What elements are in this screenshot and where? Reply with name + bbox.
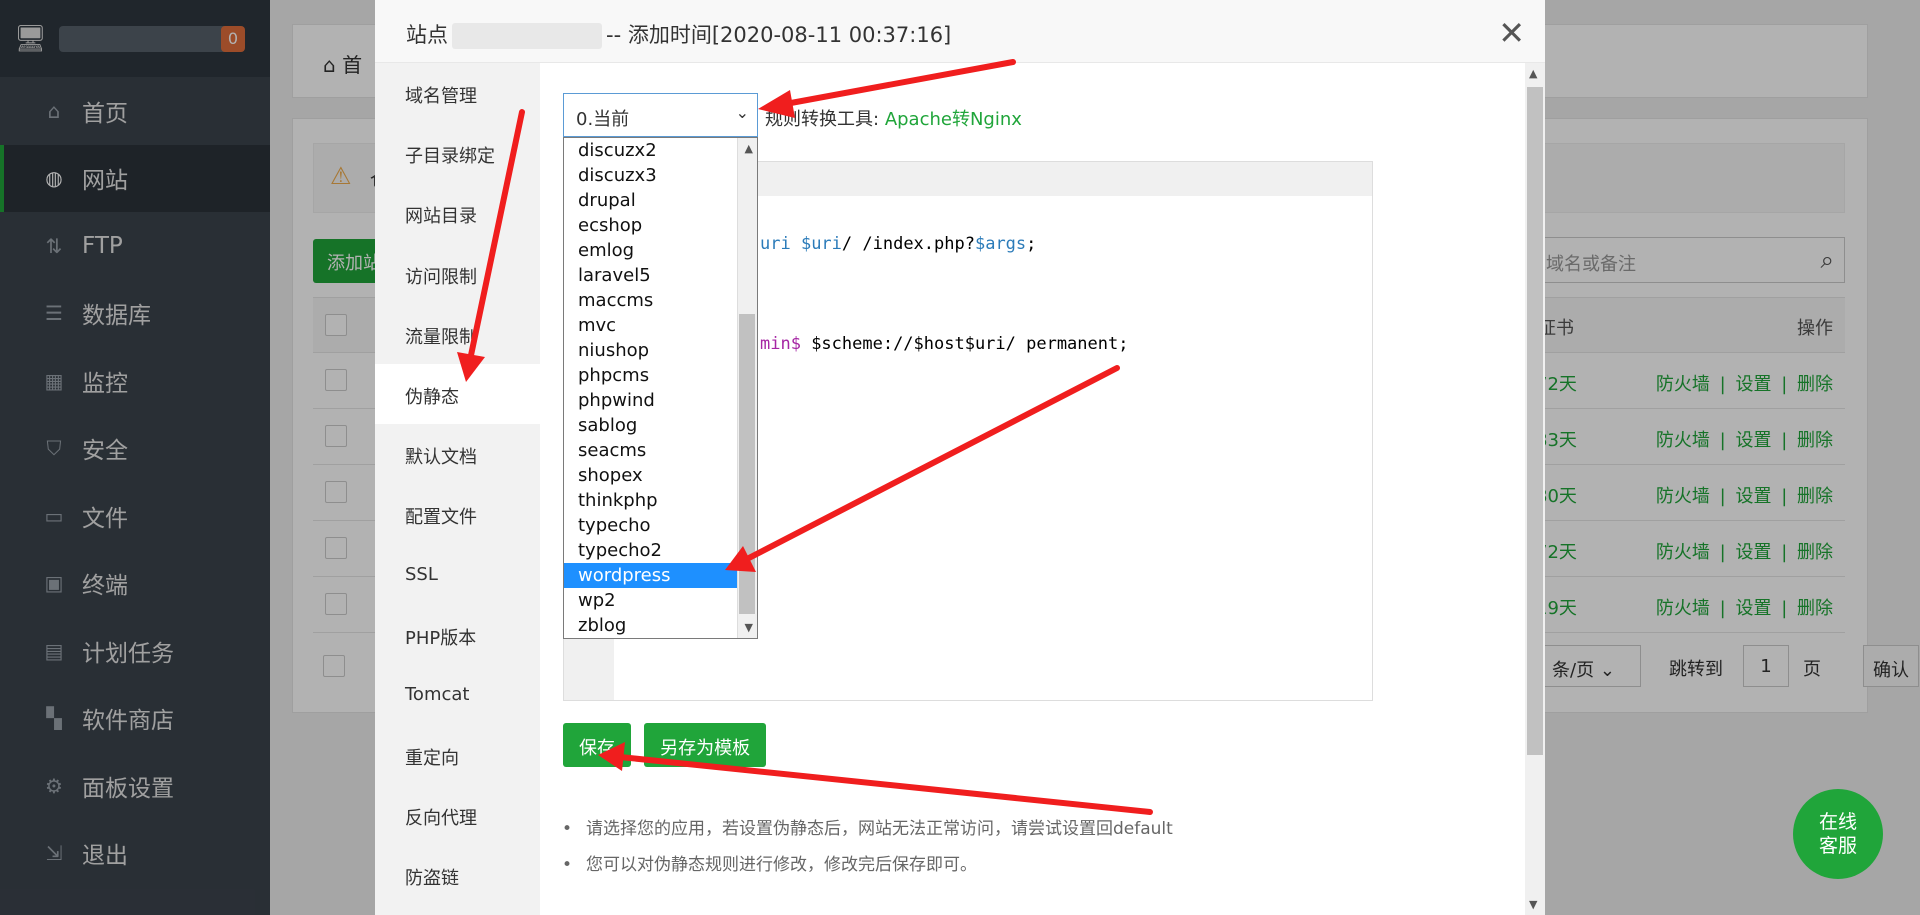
dropdown-scrollbar[interactable]: ▲ ▼ xyxy=(737,138,757,638)
nav-reverse-proxy[interactable]: 反向代理 xyxy=(375,785,540,845)
option-item[interactable]: drupal xyxy=(564,188,738,213)
scroll-up-icon[interactable]: ▲ xyxy=(1529,67,1537,80)
convert-tool: 规则转换工具: Apache转Nginx xyxy=(765,105,1022,131)
rewrite-panel: uri $uri/ /index.php?$args; min$ $scheme… xyxy=(540,63,1525,915)
rewrite-options-dropdown[interactable]: discuzx2 discuzx3 drupal ecshop emlog la… xyxy=(563,137,758,639)
code-token: uri xyxy=(760,234,801,254)
help-tips: 请选择您的应用，若设置伪静态后，网站无法正常访问，请尝试设置回default 您… xyxy=(560,811,1173,883)
convert-tool-label: 规则转换工具: xyxy=(765,109,880,130)
code-line-2: min$ $scheme://$host$uri/ permanent; xyxy=(760,334,1128,354)
apache-to-nginx-link[interactable]: Apache转Nginx xyxy=(885,109,1022,130)
option-item[interactable]: niushop xyxy=(564,338,738,363)
nav-tomcat[interactable]: Tomcat xyxy=(375,665,540,725)
nav-ssl[interactable]: SSL xyxy=(375,545,540,605)
dropdown-scroll-thumb[interactable] xyxy=(739,314,755,614)
scroll-down-icon[interactable]: ▼ xyxy=(1529,898,1537,911)
nav-hotlink[interactable]: 防盗链 xyxy=(375,845,540,905)
code-token: min$ xyxy=(760,334,801,354)
option-item[interactable]: laravel5 xyxy=(564,263,738,288)
option-item[interactable]: mvc xyxy=(564,313,738,338)
modal-scrollbar[interactable]: ▲ ▼ xyxy=(1525,63,1545,915)
code-token: $uri xyxy=(800,234,842,254)
code-token: ; xyxy=(1026,234,1037,254)
option-item-selected[interactable]: wordpress xyxy=(564,563,738,588)
nav-default-doc[interactable]: 默认文档 xyxy=(375,424,540,484)
site-settings-modal: 站点 -- 添加时间[2020-08-11 00:37:16] ✕ 域名管理 子目… xyxy=(375,0,1545,915)
option-item[interactable]: emlog xyxy=(564,238,738,263)
modal-scroll-thumb[interactable] xyxy=(1527,87,1543,755)
nav-redirect[interactable]: 重定向 xyxy=(375,725,540,785)
cs-line2: 客服 xyxy=(1818,835,1857,857)
nav-config-file[interactable]: 配置文件 xyxy=(375,484,540,544)
nav-traffic-limit[interactable]: 流量限制 xyxy=(375,304,540,364)
nav-access-limit[interactable]: 访问限制 xyxy=(375,244,540,304)
chevron-down-icon: ⌄ xyxy=(735,103,749,122)
rewrite-template-select[interactable]: 0.当前 ⌄ xyxy=(563,93,758,137)
option-item[interactable]: typecho xyxy=(564,513,738,538)
option-item[interactable]: typecho2 xyxy=(564,538,738,563)
option-item[interactable]: shopex xyxy=(564,463,738,488)
modal-title-prefix: 站点 xyxy=(406,23,448,47)
option-item[interactable]: zblog xyxy=(564,613,738,638)
nav-php-version[interactable]: PHP版本 xyxy=(375,605,540,665)
customer-service-button[interactable]: 在线 客服 xyxy=(1793,789,1883,879)
select-value: 0.当前 xyxy=(576,109,630,130)
option-item[interactable]: phpcms xyxy=(564,363,738,388)
action-buttons: 保存 另存为模板 xyxy=(563,723,774,767)
option-item[interactable]: seacms xyxy=(564,438,738,463)
code-token: $args xyxy=(974,234,1027,254)
modal-title-suffix: -- 添加时间[2020-08-11 00:37:16] xyxy=(606,23,952,47)
save-button[interactable]: 保存 xyxy=(563,723,631,767)
option-item[interactable]: thinkphp xyxy=(564,488,738,513)
option-item[interactable]: phpwind xyxy=(564,388,738,413)
code-token: $scheme://$host$uri/ permanent; xyxy=(800,334,1129,354)
modal-nav: 域名管理 子目录绑定 网站目录 访问限制 流量限制 伪静态 默认文档 配置文件 … xyxy=(375,63,540,915)
code-token: / /index.php? xyxy=(841,234,975,254)
scroll-down-icon[interactable]: ▼ xyxy=(745,621,753,634)
nav-subdir[interactable]: 子目录绑定 xyxy=(375,123,540,183)
option-item[interactable]: discuzx2 xyxy=(564,138,738,163)
scroll-up-icon[interactable]: ▲ xyxy=(745,142,753,155)
nav-rewrite[interactable]: 伪静态 xyxy=(375,363,540,425)
option-item[interactable]: wp2 xyxy=(564,588,738,613)
option-item[interactable]: ecshop xyxy=(564,213,738,238)
save-as-template-button[interactable]: 另存为模板 xyxy=(644,723,767,767)
tip-item: 请选择您的应用，若设置伪静态后，网站无法正常访问，请尝试设置回default xyxy=(560,811,1173,847)
nav-site-dir[interactable]: 网站目录 xyxy=(375,183,540,243)
option-item[interactable]: maccms xyxy=(564,288,738,313)
code-line-1: uri $uri/ /index.php?$args; xyxy=(760,234,1036,254)
option-item[interactable]: discuzx3 xyxy=(564,163,738,188)
close-icon[interactable]: ✕ xyxy=(1498,14,1525,52)
tip-item: 您可以对伪静态规则进行修改，修改完后保存即可。 xyxy=(560,847,1173,883)
cs-line1: 在线 xyxy=(1818,811,1857,833)
option-item[interactable]: sablog xyxy=(564,413,738,438)
modal-title: 站点 -- 添加时间[2020-08-11 00:37:16] xyxy=(375,0,1545,63)
nav-domain[interactable]: 域名管理 xyxy=(375,63,540,123)
blurred-domain xyxy=(452,23,602,49)
